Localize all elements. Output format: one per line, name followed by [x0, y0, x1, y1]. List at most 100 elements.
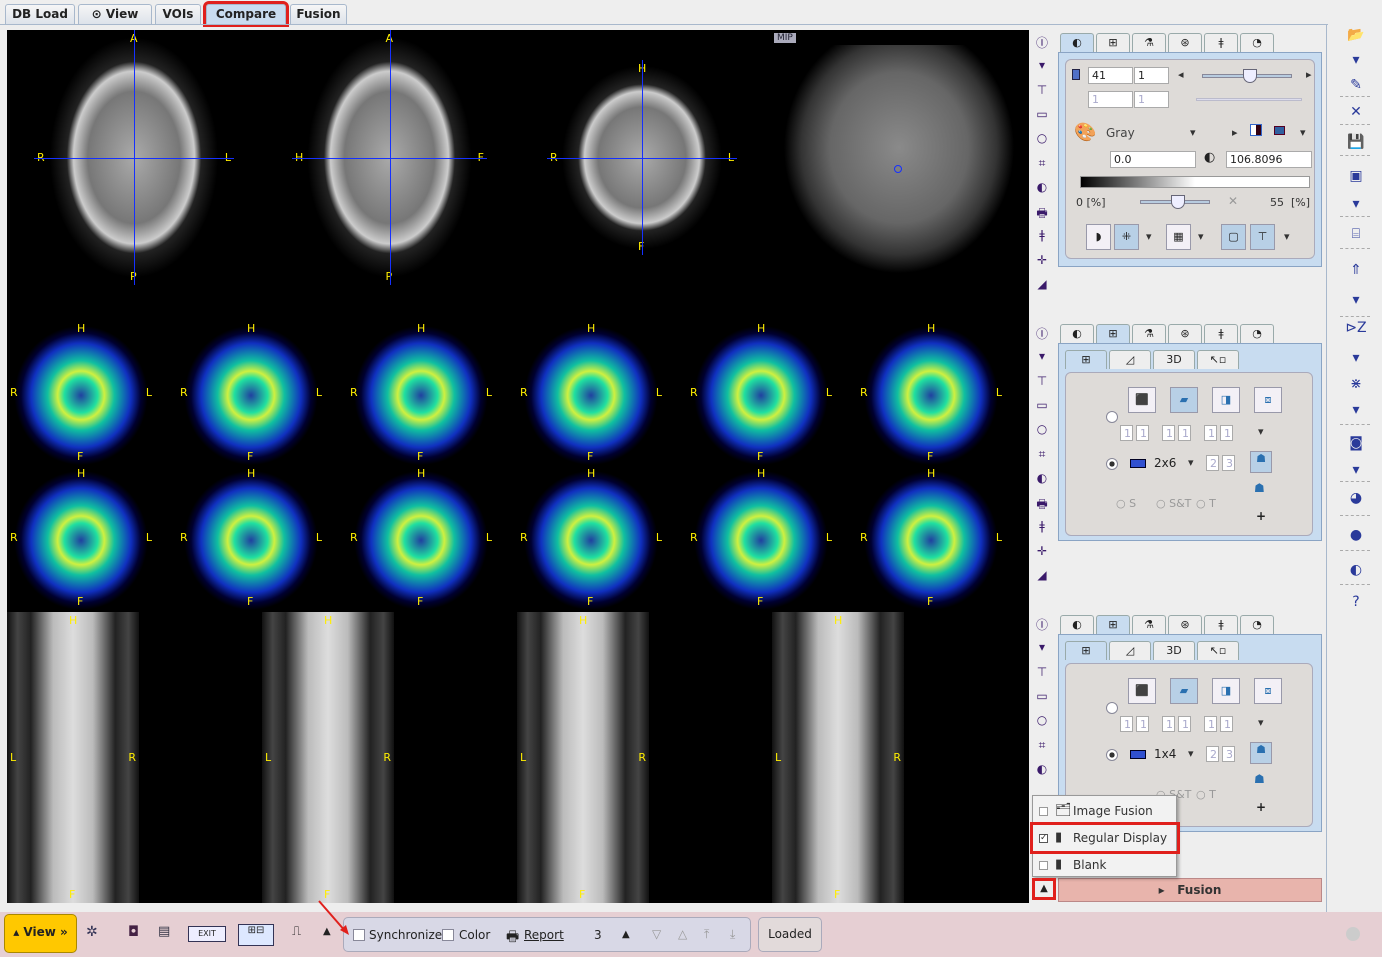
- compare-layout-button[interactable]: ⊞⊟: [238, 924, 274, 946]
- suv-icon[interactable]: ▭: [1033, 107, 1051, 121]
- sagittal-view-icon[interactable]: ◨: [1212, 387, 1240, 413]
- pulse-icon[interactable]: ⎍: [292, 924, 301, 939]
- layout-cols-field[interactable]: 3: [1222, 746, 1235, 762]
- tab-layout-icon[interactable]: ⊞: [1096, 324, 1130, 343]
- mode-radio[interactable]: ○ T: [1196, 497, 1216, 510]
- tab-capture-icon[interactable]: ◔: [1240, 324, 1274, 343]
- annotation-dropdown[interactable]: ▾: [1284, 230, 1290, 243]
- network-icon[interactable]: ⊤: [1033, 374, 1051, 388]
- pet-viewport[interactable]: H F R L: [517, 465, 665, 610]
- pet-viewport[interactable]: H F R L: [687, 465, 835, 610]
- pet-viewport[interactable]: H F R L: [687, 320, 835, 465]
- menu-item-blank[interactable]: ▮ Blank: [1033, 852, 1177, 878]
- pet-viewport[interactable]: H F R L: [857, 320, 1005, 465]
- tab-sync-icon[interactable]: ⊛: [1168, 615, 1202, 634]
- viewport-count-field[interactable]: 1: [1162, 425, 1175, 441]
- viewport-count-field[interactable]: 1: [1220, 716, 1233, 732]
- tab-fusion[interactable]: Fusion: [290, 4, 347, 24]
- tab-thermometer-icon[interactable]: ǂ: [1204, 324, 1238, 343]
- dropdown-icon[interactable]: ▾: [1258, 425, 1264, 438]
- mode-radio[interactable]: ○ T: [1196, 788, 1216, 801]
- pet-viewport[interactable]: H F R L: [7, 320, 155, 465]
- subtab-pointer-icon[interactable]: ↖▫: [1197, 641, 1239, 660]
- interpolation-dropdown[interactable]: ▾: [1146, 230, 1152, 243]
- tab-layout-icon[interactable]: ⊞: [1096, 33, 1130, 52]
- camera-icon[interactable]: ◘: [128, 924, 139, 940]
- suv-icon[interactable]: ▭: [1033, 689, 1051, 703]
- move-up-icon[interactable]: △: [678, 927, 687, 941]
- frame-step-field[interactable]: 1: [1134, 91, 1169, 108]
- radio-layout-selected[interactable]: [1106, 749, 1118, 761]
- synchronize-checkbox[interactable]: [353, 929, 365, 941]
- layout-dropdown-icon[interactable]: ▾: [1188, 747, 1194, 760]
- ct-viewport[interactable]: H F L R: [7, 612, 139, 903]
- mode-radio[interactable]: ○ S&T: [1156, 497, 1191, 510]
- colorbar[interactable]: [1080, 176, 1310, 188]
- sagittal-view-icon[interactable]: ◨: [1212, 678, 1240, 704]
- count-up-icon[interactable]: ▲: [622, 929, 630, 940]
- dropdown-icon[interactable]: ▾: [1033, 349, 1051, 363]
- move-top-icon[interactable]: ⤒: [704, 927, 709, 942]
- crosshair-icon[interactable]: ✛: [1033, 253, 1051, 267]
- smoothing-button[interactable]: ◗: [1086, 224, 1111, 250]
- vois-overlay-button[interactable]: ▢: [1221, 224, 1246, 250]
- frame-icon[interactable]: ◙: [1345, 435, 1367, 451]
- radio-ortho[interactable]: [1106, 411, 1118, 423]
- exit-button[interactable]: EXIT: [188, 926, 226, 942]
- pet-viewport[interactable]: H F R L: [857, 465, 1005, 610]
- add-icon[interactable]: +: [1256, 509, 1266, 523]
- viewport-count-field[interactable]: 1: [1178, 716, 1191, 732]
- chart-icon[interactable]: ◢: [1033, 277, 1051, 291]
- tab-view[interactable]: ⊙ View: [78, 4, 152, 24]
- grid-button[interactable]: ▦: [1166, 224, 1191, 250]
- dropdown-icon[interactable]: ▾: [1033, 58, 1051, 72]
- calculator-icon[interactable]: ▤: [158, 924, 170, 939]
- invert-colortable-icon[interactable]: [1250, 124, 1262, 136]
- tab-tools-icon[interactable]: ⚗: [1132, 615, 1166, 634]
- axial-view-icon[interactable]: ⬛: [1128, 678, 1156, 704]
- roi-icon[interactable]: ○: [1033, 422, 1051, 436]
- frame-field[interactable]: 1: [1088, 91, 1133, 108]
- slice-prev-button[interactable]: ◂: [1178, 68, 1184, 81]
- radio-layout-selected[interactable]: [1106, 458, 1118, 470]
- dropdown-icon[interactable]: ▾: [1345, 196, 1367, 212]
- colortable-select[interactable]: Gray: [1106, 126, 1135, 140]
- contrast-icon[interactable]: ◐: [1345, 562, 1367, 578]
- layout-cols-field[interactable]: 3: [1222, 455, 1235, 471]
- slice-next-button[interactable]: ▸: [1306, 68, 1312, 81]
- coronal-view-icon[interactable]: ▰: [1170, 387, 1198, 413]
- tab-tools-icon[interactable]: ⚗: [1132, 33, 1166, 52]
- viewport-count-field[interactable]: 1: [1136, 425, 1149, 441]
- menu-item-regular-display[interactable]: ✓ ▮ Regular Display: [1030, 822, 1180, 854]
- pet-viewport[interactable]: H F R L: [347, 320, 495, 465]
- ball-icon[interactable]: ●: [1345, 527, 1367, 543]
- layout-dropdown-icon[interactable]: ▾: [1188, 456, 1194, 469]
- crosshair-icon[interactable]: ✛: [1033, 544, 1051, 558]
- tab-capture-icon[interactable]: ◔: [1240, 33, 1274, 52]
- display-mode-menu-button[interactable]: ▲: [1032, 878, 1056, 900]
- chart-icon[interactable]: ◢: [1033, 568, 1051, 582]
- crosshair-horizontal[interactable]: [547, 157, 737, 159]
- tab-display-icon[interactable]: ◐: [1060, 615, 1094, 634]
- view-menu-button[interactable]: ▴ View »: [4, 914, 77, 953]
- network-icon[interactable]: ⊤: [1033, 665, 1051, 679]
- add-icon[interactable]: +: [1256, 800, 1266, 814]
- viewport-count-field[interactable]: 1: [1162, 716, 1175, 732]
- head-profile-icon[interactable]: ☗: [1254, 772, 1265, 786]
- subtab-orthogonal-icon[interactable]: ◿: [1109, 641, 1151, 660]
- colortable-next-button[interactable]: ▸: [1232, 126, 1238, 139]
- viewport-count-field[interactable]: 1: [1178, 425, 1191, 441]
- fusion-button[interactable]: ▸ Fusion: [1058, 878, 1322, 902]
- tab-vois[interactable]: VOIs: [155, 4, 201, 24]
- checkbox-checked[interactable]: ✓: [1039, 834, 1048, 843]
- pet-viewport[interactable]: H F R L: [7, 465, 155, 610]
- color-wheel-icon[interactable]: ◕: [1345, 490, 1367, 506]
- subtab-orthogonal-icon[interactable]: ◿: [1109, 350, 1151, 369]
- printer-icon[interactable]: 🖶: [506, 926, 519, 950]
- network-icon[interactable]: ⊤: [1033, 83, 1051, 97]
- color-checkbox[interactable]: [442, 929, 454, 941]
- dropdown-icon[interactable]: ▾: [1345, 292, 1367, 308]
- 3d-cube-icon[interactable]: ⧈: [1254, 678, 1282, 704]
- dropdown-icon[interactable]: ▾: [1345, 52, 1367, 68]
- zoom-fit-icon[interactable]: ⌗: [1033, 156, 1051, 171]
